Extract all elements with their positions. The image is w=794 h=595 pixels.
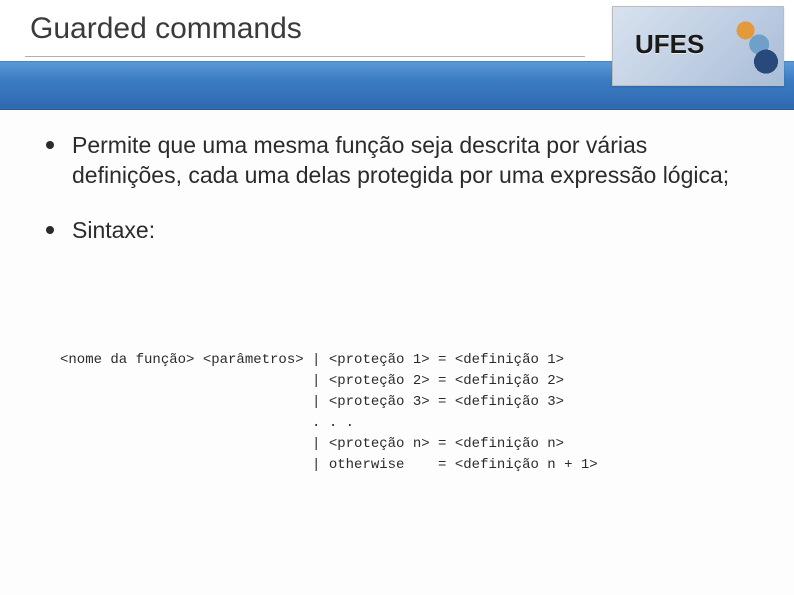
slide: Guarded commands UFES Permite que uma me… xyxy=(0,0,794,595)
list-item: Permite que uma mesma função seja descri… xyxy=(40,130,754,191)
slide-title: Guarded commands xyxy=(30,12,302,46)
logo-text: UFES xyxy=(635,29,704,60)
bullet-list: Permite que uma mesma função seja descri… xyxy=(40,130,754,245)
code-block: <nome da função> <parâmetros> | <proteçã… xyxy=(60,350,598,476)
bullet-text: Sintaxe: xyxy=(72,217,155,243)
logo-image: UFES xyxy=(612,6,784,86)
list-item: Sintaxe: xyxy=(40,215,754,245)
title-underline xyxy=(25,56,585,57)
bullet-text: Permite que uma mesma função seja descri… xyxy=(72,132,729,188)
slide-header: Guarded commands UFES xyxy=(0,0,794,108)
slide-content: Permite que uma mesma função seja descri… xyxy=(40,130,754,269)
